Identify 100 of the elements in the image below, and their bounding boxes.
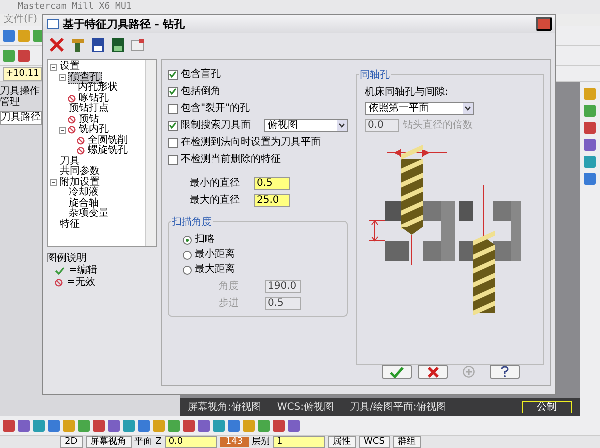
toolbar-icon[interactable] <box>78 420 90 432</box>
field-label: 最大的直径 <box>190 194 241 207</box>
checkbox-label: 不检测当前删除的特征 <box>181 153 281 166</box>
toolbar-icon[interactable] <box>273 420 285 432</box>
radio-button[interactable] <box>183 236 192 244</box>
field-label: 机床同轴孔与间隙: <box>365 86 450 99</box>
tree-item[interactable]: 冷却液 <box>68 188 100 198</box>
status-button[interactable]: 2D <box>60 436 83 448</box>
toolbar-icon[interactable] <box>33 420 45 432</box>
checkbox-label: 包含"裂开"的孔 <box>181 102 250 115</box>
app-title: Mastercam Mill X6 MU1 <box>0 0 600 14</box>
tree-item[interactable]: 预钻 <box>78 114 100 125</box>
coordinate-field[interactable]: +10.11 <box>3 66 42 80</box>
status-button[interactable]: 屏幕视角 <box>86 436 132 448</box>
radio-button[interactable] <box>183 266 192 274</box>
checkbox-label: 在检测到法向时设置为刀具平面 <box>181 136 321 149</box>
toolbar-icon[interactable] <box>198 420 210 432</box>
ok-button[interactable] <box>382 365 412 379</box>
expander-icon[interactable] <box>50 64 57 71</box>
checkbox[interactable] <box>168 70 178 80</box>
legend-title: 图例说明 <box>47 253 88 264</box>
tree-item[interactable]: 附加设置 <box>59 178 101 188</box>
tree-item[interactable]: 刀具 <box>59 156 81 167</box>
expander-icon[interactable] <box>59 74 66 82</box>
checkbox[interactable] <box>168 154 178 164</box>
toolbar-icon[interactable] <box>123 420 135 432</box>
scrollbar[interactable] <box>145 60 156 246</box>
toolbar-icon[interactable] <box>18 50 30 62</box>
cancel-button[interactable] <box>418 365 448 379</box>
field-label: 步进 <box>219 296 240 310</box>
tree-item[interactable]: 设置 <box>59 62 81 72</box>
toolbar-icon[interactable] <box>288 420 300 432</box>
field-label: 平面 <box>134 437 153 447</box>
input-field[interactable]: 0.5 <box>265 296 301 310</box>
window-icon <box>47 19 59 29</box>
legend-label: =编辑 <box>69 265 98 277</box>
input-field[interactable]: 0.5 <box>254 176 290 190</box>
help-button[interactable] <box>490 365 520 379</box>
tool-icon[interactable] <box>71 37 85 53</box>
panel-tab[interactable]: 刀具路径 <box>0 111 42 125</box>
status-text: WCS:俯视图 <box>277 400 334 414</box>
tree-item[interactable]: 共同参数 <box>59 167 101 178</box>
toolbar-icon[interactable] <box>138 420 150 432</box>
radio-label: 最小距离 <box>195 249 235 261</box>
field-label: Z <box>156 437 162 447</box>
tree-item[interactable]: 旋合轴 <box>68 198 100 209</box>
tree-item[interactable]: 特征 <box>59 220 81 230</box>
status-button[interactable]: WCS <box>359 436 390 448</box>
window-icon[interactable] <box>131 38 145 52</box>
toolbar-icon[interactable] <box>213 420 225 432</box>
cross-icon[interactable] <box>49 37 65 53</box>
status-button[interactable]: 群组 <box>392 436 421 448</box>
status-button[interactable]: 属性 <box>328 436 356 448</box>
toolbar-icon[interactable] <box>584 139 596 151</box>
dropdown[interactable]: 俯视图 <box>264 119 348 132</box>
dialog-title: 基于特征刀具路径 - 钻孔 <box>63 16 186 32</box>
field-label: 角度 <box>219 280 240 293</box>
toolbar-icon[interactable] <box>183 420 195 432</box>
checkbox[interactable] <box>168 120 178 130</box>
dropdown[interactable]: 依照第一平面 <box>365 102 474 115</box>
toolbar-icon[interactable] <box>228 420 240 432</box>
checkbox[interactable] <box>168 138 178 148</box>
tree-item[interactable]: 全圆铣削 <box>87 136 129 146</box>
toolbar-icon[interactable] <box>108 420 120 432</box>
input-field[interactable]: 1 <box>273 436 326 448</box>
group-title: 同轴孔 <box>359 68 391 82</box>
checkbox[interactable] <box>168 86 178 96</box>
input-field[interactable]: 0.0 <box>365 118 399 132</box>
checkbox[interactable] <box>168 104 178 114</box>
expander-icon[interactable] <box>59 126 66 134</box>
check-icon <box>390 366 404 378</box>
tree-item[interactable]: 预钻打点 <box>68 104 110 114</box>
tree-item[interactable]: 啄钻孔 <box>78 94 110 104</box>
status-text: 屏幕视角:俯视图 <box>188 400 262 414</box>
toolbar-icon[interactable] <box>18 420 30 432</box>
field-label: 最小的直径 <box>190 176 241 190</box>
toolbar-icon[interactable] <box>258 420 270 432</box>
toolbar-icon[interactable] <box>168 420 180 432</box>
toolbar-icon[interactable] <box>3 420 15 432</box>
group-title: 扫描角度 <box>171 215 213 229</box>
tree-item[interactable]: 铣内孔 <box>78 125 110 136</box>
input-field[interactable]: 0.0 <box>164 436 217 448</box>
tree-item[interactable]: 内孔形状 <box>77 83 119 94</box>
status-text: 刀具/绘图平面:俯视图 <box>350 400 447 414</box>
input-field[interactable]: 190.0 <box>265 280 301 292</box>
radio-button[interactable] <box>183 250 192 260</box>
close-button[interactable] <box>536 17 552 31</box>
cross-icon <box>428 366 438 378</box>
tree-item[interactable]: 杂项变量 <box>68 209 110 220</box>
toolbar-icon[interactable] <box>3 50 15 62</box>
toolbar-icon[interactable] <box>3 30 15 42</box>
toolbar-icon[interactable] <box>48 420 60 432</box>
toolbar-icon[interactable] <box>93 420 105 432</box>
input-field[interactable]: 25.0 <box>254 194 290 206</box>
tree-item[interactable]: 螺旋铣孔 <box>87 146 129 156</box>
field-label: 层别 <box>252 437 270 447</box>
plus-icon <box>463 366 475 378</box>
expander-icon[interactable] <box>50 179 57 186</box>
field-label: 钻头直径的倍数 <box>403 118 473 132</box>
help-icon <box>500 366 510 378</box>
